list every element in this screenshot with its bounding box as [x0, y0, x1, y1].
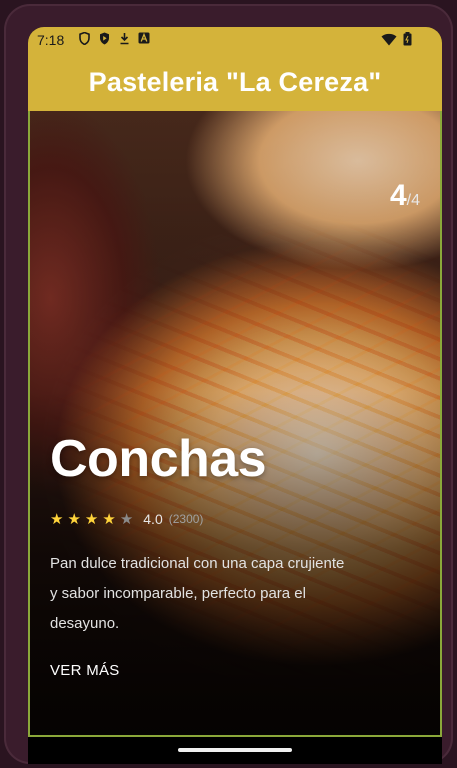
status-time: 7:18 — [37, 32, 65, 48]
status-notification-icons — [78, 31, 150, 45]
star-icon: ★ — [102, 510, 116, 528]
app-title: Pasteleria "La Cereza" — [88, 66, 382, 97]
a-badge-icon — [138, 31, 150, 45]
star-icon: ★ — [67, 510, 81, 528]
navigation-bar — [28, 737, 442, 764]
rating-value: 4.0 — [143, 511, 163, 527]
star-icon: ★ — [119, 510, 134, 528]
play-protect-icon — [98, 31, 110, 45]
rating-bar: ★ ★ ★ ★ ★ 4.0 (2300) — [50, 511, 203, 527]
product-carousel[interactable]: 4/4 Conchas ★ ★ ★ ★ ★ 4.0 (2300) Pan dul… — [28, 111, 442, 737]
app-bar: Pasteleria "La Cereza" — [28, 53, 442, 111]
star-icon: ★ — [50, 510, 64, 528]
status-bar: 7:18 — [28, 27, 442, 53]
wifi-icon — [381, 33, 397, 49]
see-more-button[interactable]: VER MÁS — [50, 662, 120, 679]
download-icon — [118, 31, 130, 45]
battery-icon — [403, 32, 412, 49]
page-current: 4 — [389, 179, 407, 212]
home-gesture-handle[interactable] — [178, 748, 292, 752]
page-total: /4 — [406, 192, 420, 209]
image-gradient-overlay — [30, 111, 440, 735]
device-frame: 7:18 Pasteleria "La Cereza" 4/4 Conchas … — [4, 4, 453, 764]
page-indicator: 4/4 — [390, 179, 420, 213]
rating-count: (2300) — [168, 512, 204, 526]
product-name: Conchas — [50, 430, 267, 488]
screen: 7:18 Pasteleria "La Cereza" 4/4 Conchas … — [28, 27, 442, 764]
status-system-icons — [381, 32, 412, 49]
shield-icon — [78, 31, 90, 45]
star-icon: ★ — [84, 510, 99, 528]
product-description: Pan dulce tradicional con una capa cruji… — [50, 555, 345, 632]
